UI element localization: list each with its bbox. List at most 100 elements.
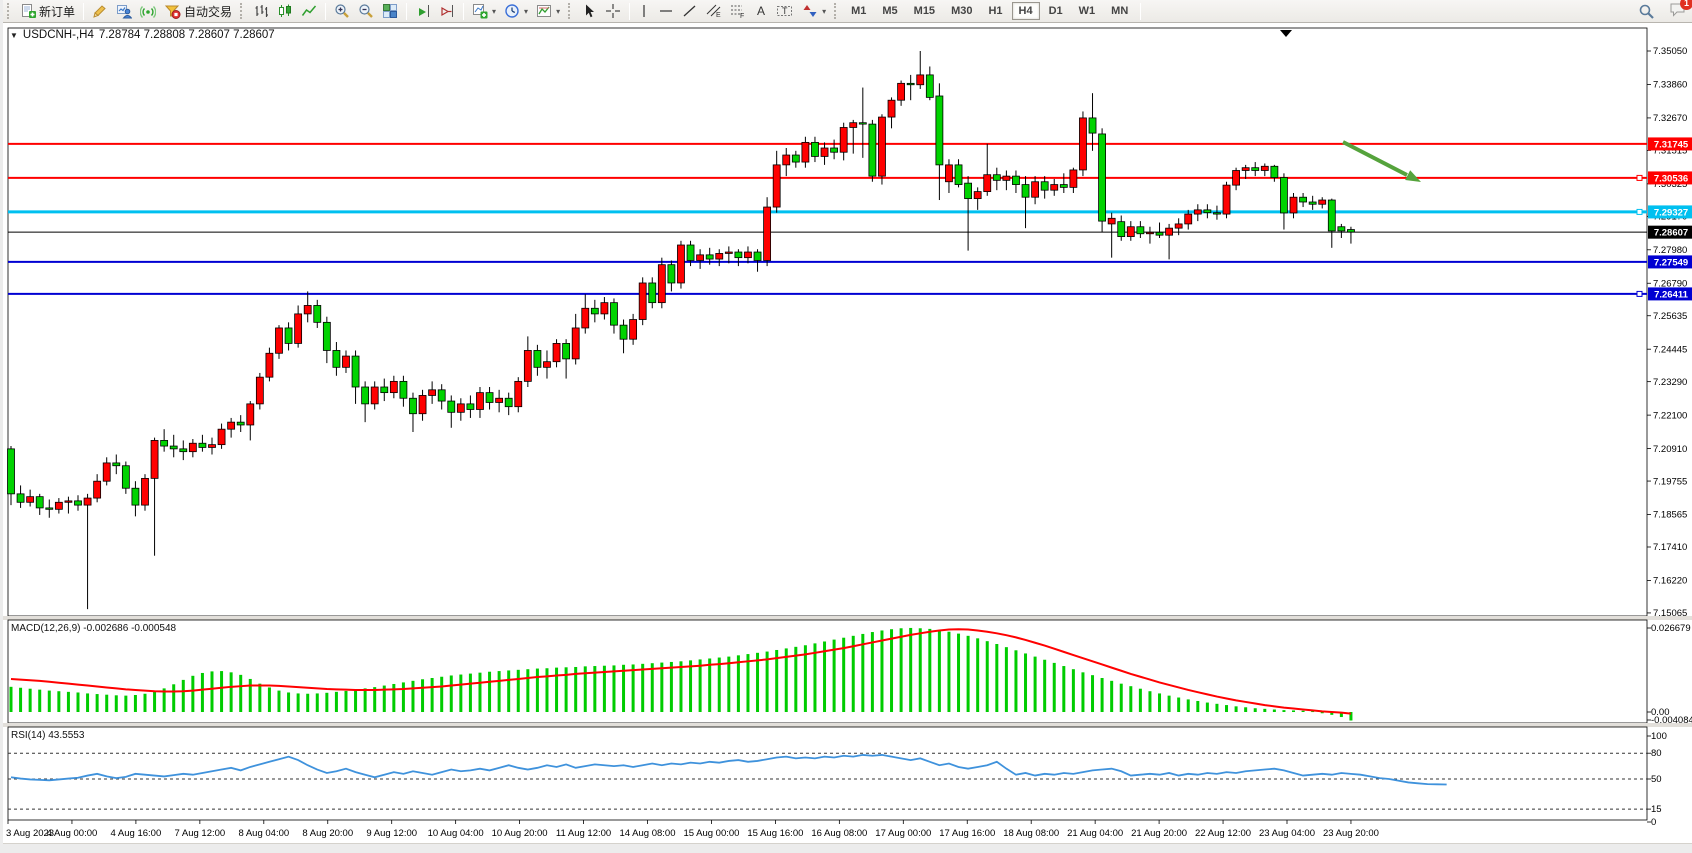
indicators-button[interactable]: ▾ [468,1,500,22]
candle [716,253,723,259]
candle [850,123,857,128]
market-watch-button[interactable] [112,1,136,22]
timeframe-d1-button[interactable]: D1 [1042,2,1070,20]
time-axis-label: 15 Aug 00:00 [683,828,739,839]
tile-windows-button[interactable] [378,1,402,22]
clock-icon [504,3,520,19]
chevron-down-icon: ▾ [492,7,496,16]
equidistant-channel-button[interactable]: E [702,1,726,22]
svg-text:80: 80 [1651,748,1662,759]
chart-shift-icon [439,3,455,19]
notifications-button[interactable]: 1 [1669,1,1687,21]
timeframe-h4-button[interactable]: H4 [1012,2,1040,20]
candle [965,183,972,198]
search-icon [1638,3,1655,20]
candle [582,308,589,328]
time-axis-label: 7 Aug 12:00 [174,828,225,839]
fibonacci-icon: F [730,3,746,19]
crosshair-button[interactable] [601,1,625,22]
autotrading-button[interactable]: 自动交易 [160,1,236,22]
vertical-line-button[interactable] [634,1,654,22]
line-handle[interactable] [1637,291,1642,296]
timeframe-m5-button[interactable]: M5 [875,2,904,20]
candle [122,466,129,488]
svg-text:7.33860: 7.33860 [1653,80,1687,91]
toolbar-group-objects: E F A T [564,0,830,22]
candle [228,422,235,429]
candle [639,283,646,320]
time-axis-label: 9 Aug 12:00 [366,828,417,839]
text-label-button[interactable]: T [772,1,798,22]
timeframe-w1-button[interactable]: W1 [1072,2,1103,20]
candle [1213,213,1220,214]
time-axis-label: 21 Aug 04:00 [1067,828,1123,839]
svg-text:7.19755: 7.19755 [1653,476,1687,487]
candle [955,165,962,185]
signals-button[interactable] [136,1,160,22]
toolbar-grip[interactable] [240,3,246,19]
trading-terminal-window: 新订单 [0,0,1692,853]
svg-text:7.26411: 7.26411 [1654,289,1689,300]
time-axis-label: 4 Aug 16:00 [111,828,162,839]
fibonacci-button[interactable]: F [726,1,750,22]
line-chart-button[interactable] [297,1,321,22]
periods-button[interactable]: ▾ [500,1,532,22]
candle [371,387,378,404]
candle [1290,197,1297,213]
chart-canvas[interactable]: 7.350507.338607.326707.315157.303257.291… [3,23,1692,853]
candle [1108,218,1115,224]
time-axis-label: 18 Aug 08:00 [1003,828,1059,839]
timeframe-mn-button[interactable]: MN [1104,2,1135,20]
horizontal-line-button[interactable] [654,1,678,22]
new-order-button[interactable]: 新订单 [16,1,79,22]
candle [486,393,493,403]
timeframe-m1-button[interactable]: M1 [844,2,873,20]
toolbar-grip[interactable] [7,3,13,19]
zoom-out-button[interactable] [354,1,378,22]
candle [831,148,838,152]
svg-text:7.27980: 7.27980 [1653,245,1687,256]
svg-text:E: E [716,12,721,19]
candle [141,478,148,505]
candle [1204,210,1211,213]
candle [869,124,876,176]
svg-text:7.23290: 7.23290 [1653,377,1687,388]
candle [438,390,445,401]
chart-shift-button[interactable] [435,1,459,22]
toolbar-separator [629,3,630,20]
svg-text:7.30536: 7.30536 [1654,173,1688,184]
candle [821,148,828,156]
candle [409,398,416,413]
candle [783,155,790,165]
time-axis-label: 11 Aug 12:00 [556,828,611,839]
trendline-button[interactable] [678,1,702,22]
cursor-button[interactable] [577,1,601,22]
toolbar-grip[interactable] [834,3,840,19]
timeframe-h1-button[interactable]: H1 [981,2,1009,20]
autotrading-icon [164,3,181,19]
toolbar-grip[interactable] [568,3,574,19]
candle [993,175,1000,181]
candle [55,502,62,509]
chevron-down-icon: ▾ [524,7,528,16]
candlestick-chart-button[interactable] [273,1,297,22]
auto-scroll-button[interactable] [411,1,435,22]
templates-button[interactable]: ▾ [532,1,564,22]
timeframe-m15-button[interactable]: M15 [907,2,942,20]
svg-text:7.29327: 7.29327 [1654,207,1688,218]
bar-chart-button[interactable] [249,1,273,22]
text-button[interactable]: A [750,1,772,22]
arrows-button[interactable]: ▾ [798,1,830,22]
line-handle[interactable] [1637,209,1642,214]
zoom-in-button[interactable] [330,1,354,22]
candle [352,356,359,387]
candle [1079,118,1086,170]
candle [563,343,570,358]
timeframe-m30-button[interactable]: M30 [944,2,979,20]
candle [543,362,550,368]
candle [524,350,531,381]
search-button[interactable] [1634,1,1659,22]
styler-button[interactable] [88,1,112,22]
candle [36,497,43,508]
line-handle[interactable] [1637,175,1642,180]
